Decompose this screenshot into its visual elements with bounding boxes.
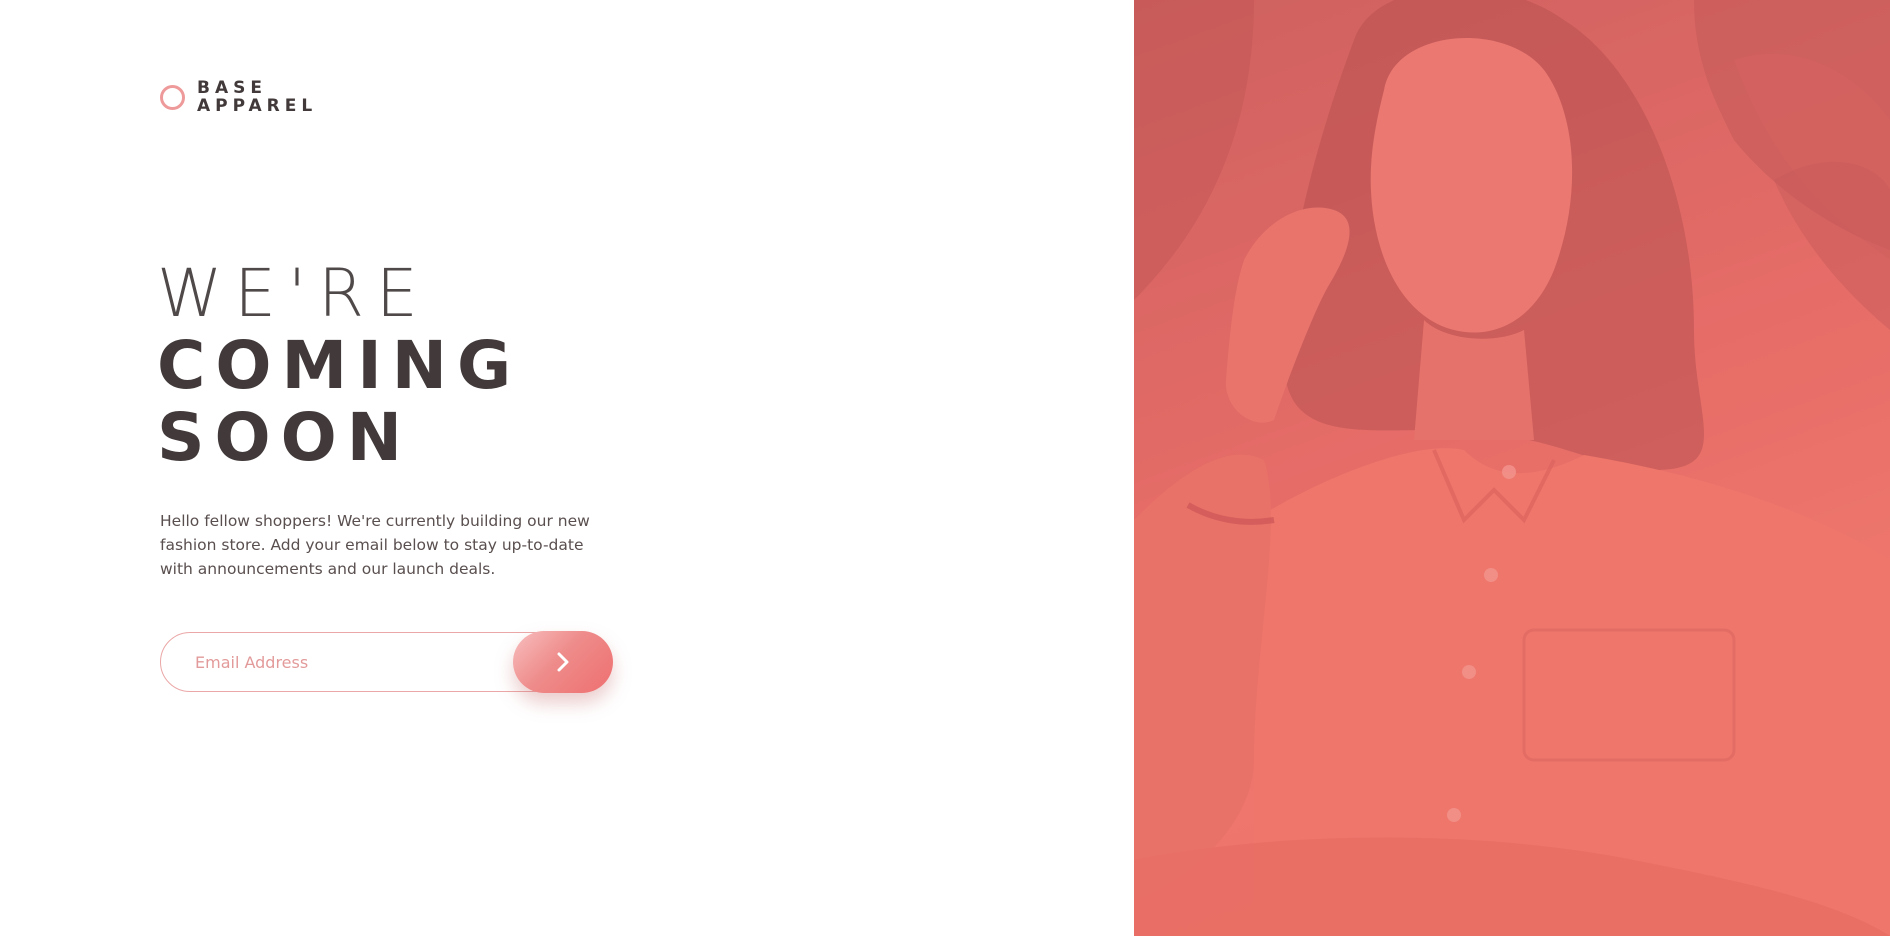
logo-ring-icon	[160, 84, 185, 110]
content-panel: BASE APPAREL WE'RE COMING SOON Hello fel…	[0, 0, 1134, 936]
email-input[interactable]	[193, 651, 497, 673]
logo-line-2: APPAREL	[197, 96, 318, 116]
hero-photo-illustration	[1134, 0, 1890, 936]
hero-image	[1134, 0, 1890, 936]
description: Hello fellow shoppers! We're currently b…	[160, 512, 590, 578]
logo-line-1: BASE	[197, 78, 267, 98]
chevron-right-icon	[557, 652, 569, 672]
title-bold-2: SOON	[157, 399, 412, 476]
title-light: WE'RE	[157, 255, 430, 332]
title-bold-1: COMING	[157, 327, 522, 404]
page-title: WE'RE COMING SOON	[157, 258, 521, 474]
logo[interactable]: BASE APPAREL	[160, 79, 317, 115]
email-form	[160, 631, 613, 693]
logo-text: BASE APPAREL	[197, 79, 317, 115]
submit-button[interactable]	[513, 631, 613, 693]
